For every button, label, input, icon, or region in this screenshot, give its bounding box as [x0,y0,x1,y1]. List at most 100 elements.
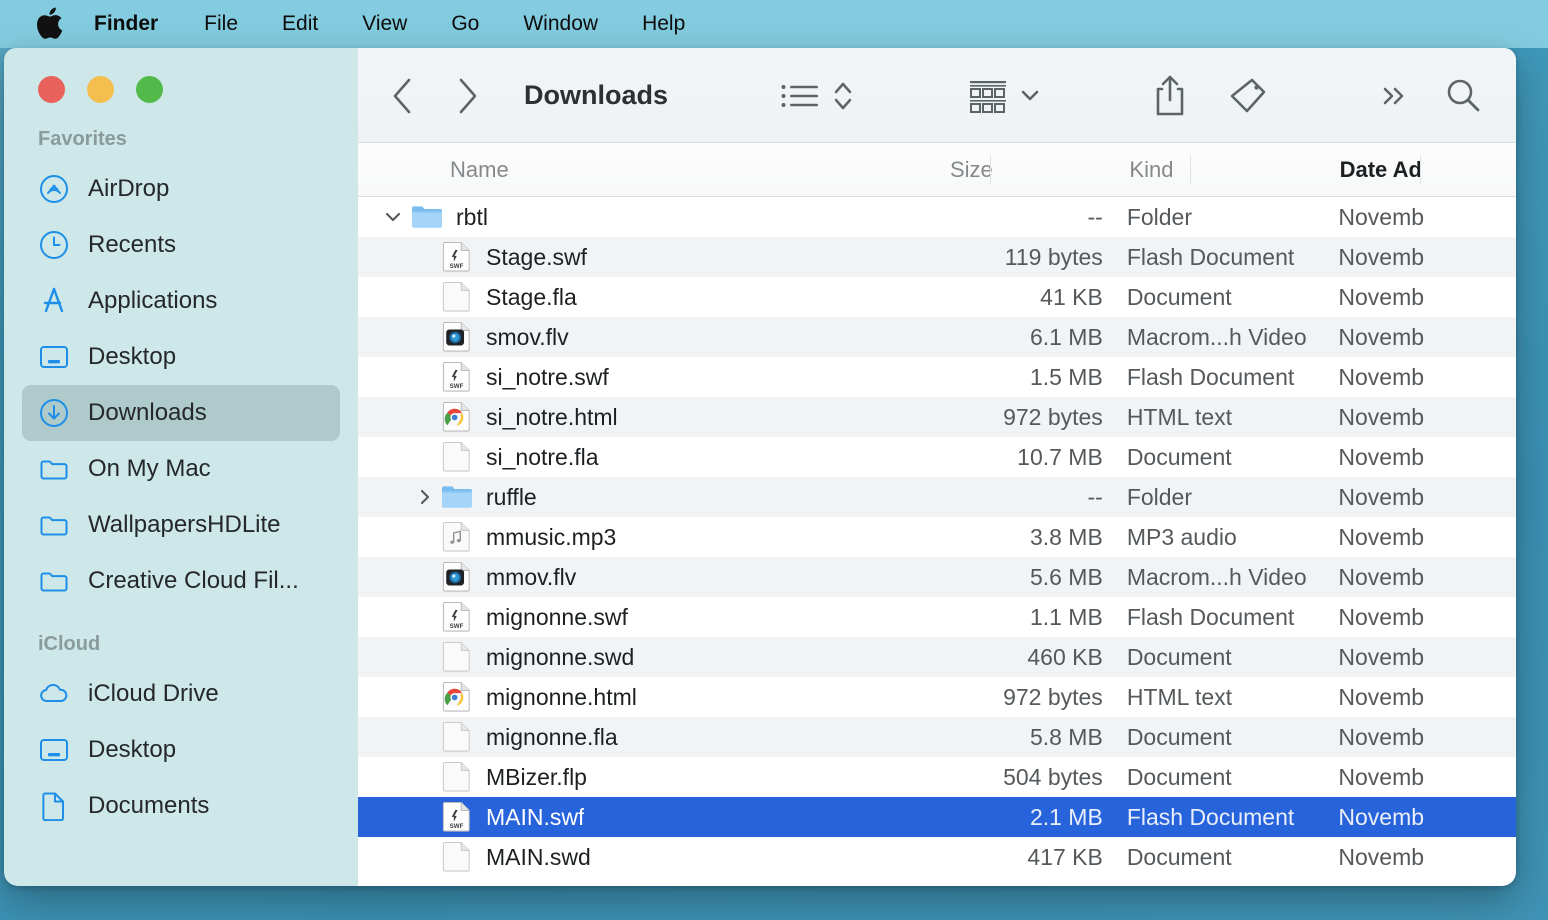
table-row[interactable]: mmov.flv 5.6 MB Macrom...h Video Novemb [358,557,1516,597]
file-size: 6.1 MB [1029,323,1103,350]
disclosure-triangle[interactable] [410,487,440,507]
back-button[interactable] [390,77,414,115]
zoom-button[interactable] [136,76,163,103]
table-row[interactable]: mignonne.fla 5.8 MB Document Novemb [358,717,1516,757]
menu-item-go[interactable]: Go [429,0,501,48]
file-name: mignonne.swf [486,603,628,630]
blank-doc-icon [440,280,474,314]
search-icon [1447,79,1480,111]
file-name: mignonne.swd [486,643,635,670]
table-row[interactable]: si_notre.fla 10.7 MB Document Novemb [358,437,1516,477]
file-size: 972 bytes [1003,683,1103,710]
folder-title: Downloads [524,80,669,110]
column-header-name[interactable]: Name [358,157,936,183]
table-row[interactable]: SWF MAIN.swf 2.1 MB Flash Document Novemb [358,797,1516,837]
sidebar-item-airdrop[interactable]: AirDrop [22,161,340,217]
forward-button[interactable] [456,77,480,115]
svg-text:SWF: SWF [450,623,464,630]
menu-item-edit[interactable]: Edit [260,0,340,48]
blank-doc-icon [440,840,474,874]
file-date-added: Novemb [1338,483,1425,510]
column-header-size[interactable]: Size [936,157,1117,183]
table-row[interactable]: rbtl -- Folder Novemb [358,197,1516,237]
blank-doc-icon [440,720,474,754]
table-row[interactable]: si_notre.html 972 bytes HTML text Novemb [358,397,1516,437]
table-row[interactable]: SWF si_notre.swf 1.5 MB Flash Document Novem… [358,357,1516,397]
flv-icon [440,320,474,354]
share-button[interactable] [1152,74,1188,118]
disclosure-triangle[interactable] [376,207,410,227]
table-row[interactable]: mignonne.html 972 bytes HTML text Novemb [358,677,1516,717]
sidebar-item-label: iCloud Drive [88,680,219,707]
sort-updown-icon[interactable] [832,79,854,113]
search-button[interactable] [1444,77,1482,115]
file-name-cell: SWF mignonne.swf [358,600,932,634]
sidebar-section-icloud: iCloud iCloud Drive Desktop Documents [4,633,358,834]
close-button[interactable] [38,76,65,103]
file-date-added: Novemb [1338,443,1425,470]
file-name-cell: si_notre.fla [358,440,932,474]
more-button[interactable] [1380,81,1410,111]
group-by-button[interactable] [966,76,1040,116]
table-row[interactable]: MAIN.swd 417 KB Document Novemb [358,837,1516,877]
file-size: 504 bytes [1003,763,1103,790]
sidebar-item-label: Desktop [88,343,177,370]
toolbar: Downloads [358,48,1516,143]
file-name: MBizer.flp [486,763,587,790]
svg-text:SWF: SWF [450,383,464,390]
download-icon [38,397,70,429]
sidebar-item-desktop[interactable]: Desktop [22,329,340,385]
file-kind: Macrom...h Video [1126,563,1307,590]
table-row[interactable]: Stage.fla 41 KB Document Novemb [358,277,1516,317]
menu-item-finder[interactable]: Finder [72,0,182,48]
file-date-added: Novemb [1338,643,1425,670]
sidebar-item-wallpapershdlite[interactable]: WallpapersHDLite [22,497,340,553]
desktop-icon [38,734,70,766]
table-row[interactable]: smov.flv 6.1 MB Macrom...h Video Novemb [358,317,1516,357]
file-list[interactable]: rbtl -- Folder Novemb SWF Stage.swf 119 bytes… [358,197,1516,886]
minimize-button[interactable] [87,76,114,103]
file-size: 1.1 MB [1029,603,1103,630]
sidebar-item-documents[interactable]: Documents [22,778,340,834]
sidebar-item-downloads[interactable]: Downloads [22,385,340,441]
finder-window: Favorites AirDrop Recents Applications Deskt… [4,48,1516,886]
file-name: Stage.fla [486,283,577,310]
desktop-icon [38,341,70,373]
file-name-cell: si_notre.html [358,400,932,434]
column-header-kind[interactable]: Kind [1117,157,1325,183]
tag-button[interactable] [1228,76,1268,116]
sidebar-section-title: iCloud [38,633,101,655]
file-name: MAIN.swf [486,803,585,830]
table-row[interactable]: SWF Stage.swf 119 bytes Flash Document Novem… [358,237,1516,277]
file-kind: Flash Document [1126,243,1295,270]
list-view-icon[interactable] [780,80,820,112]
sidebar-item-label: Applications [88,287,218,314]
menu-item-help[interactable]: Help [620,0,707,48]
file-kind: Document [1126,763,1232,790]
sidebar-item-creative-cloud-fil[interactable]: Creative Cloud Fil... [22,553,340,609]
more-chevrons-icon [1383,87,1404,104]
folder-icon [440,480,474,514]
sidebar-item-label: Desktop [88,736,177,763]
file-name: mignonne.html [486,683,637,710]
chevron-right-icon [420,489,430,505]
sidebar-item-desktop[interactable]: Desktop [22,722,340,778]
file-name-cell: mignonne.html [358,680,932,714]
sidebar-item-recents[interactable]: Recents [22,217,340,273]
file-size: 10.7 MB [1017,443,1103,470]
table-row[interactable]: ruffle -- Folder Novemb [358,477,1516,517]
apple-logo-icon[interactable] [34,7,64,41]
sidebar-item-on-my-mac[interactable]: On My Mac [22,441,340,497]
menu-item-view[interactable]: View [340,0,429,48]
table-row[interactable]: mignonne.swd 460 KB Document Novemb [358,637,1516,677]
menu-item-file[interactable]: File [182,0,260,48]
file-name-cell: mmusic.mp3 [358,520,932,554]
table-row[interactable]: SWF mignonne.swf 1.1 MB Flash Document Novem… [358,597,1516,637]
file-date-added: Novemb [1338,243,1425,270]
sidebar-item-icloud-drive[interactable]: iCloud Drive [22,666,340,722]
table-row[interactable]: MBizer.flp 504 bytes Document Novemb [358,757,1516,797]
table-row[interactable]: mmusic.mp3 3.8 MB MP3 audio Novemb [358,517,1516,557]
file-kind: HTML text [1126,683,1233,710]
menu-item-window[interactable]: Window [501,0,620,48]
sidebar-item-applications[interactable]: Applications [22,273,340,329]
